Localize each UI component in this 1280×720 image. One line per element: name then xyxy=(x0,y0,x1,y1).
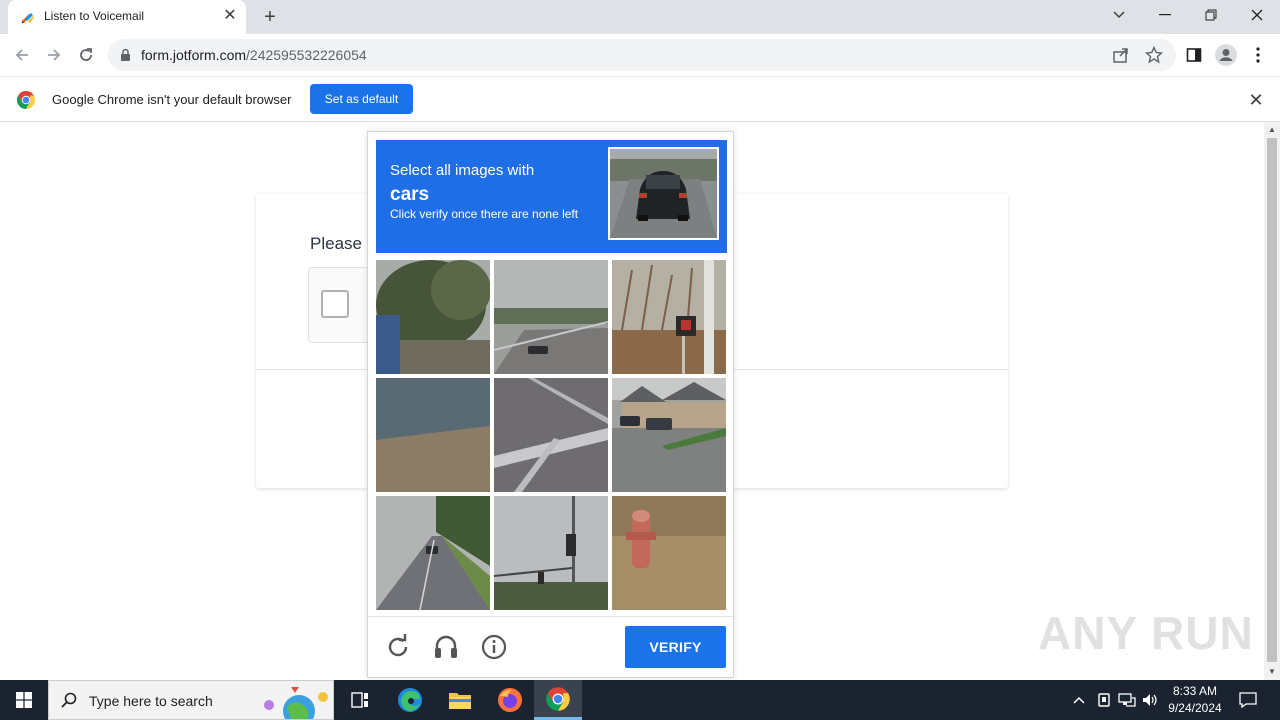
browser-toolbar: form.jotform.com/242595532226054 xyxy=(0,34,1280,76)
taskbar-search-box[interactable]: Type here to search xyxy=(48,680,334,720)
forward-icon[interactable] xyxy=(42,43,66,67)
infobar-close-icon[interactable]: ✕ xyxy=(1246,90,1266,110)
notifications-icon[interactable] xyxy=(1232,680,1264,720)
tab-voicemail[interactable]: Listen to Voicemail ✕ xyxy=(8,0,246,34)
tab-title: Listen to Voicemail xyxy=(44,9,145,23)
tile-1[interactable] xyxy=(376,260,490,374)
tile-9[interactable] xyxy=(612,496,726,610)
menu-kebab-icon[interactable] xyxy=(1246,43,1270,67)
close-window-icon[interactable] xyxy=(1234,0,1280,30)
info-icon[interactable] xyxy=(480,633,508,661)
clock-time: 8:33 AM xyxy=(1172,684,1218,698)
captcha-checkbox[interactable] xyxy=(321,290,349,318)
restore-icon[interactable] xyxy=(1188,0,1234,30)
volume-icon[interactable] xyxy=(1140,680,1162,720)
tile-8[interactable] xyxy=(494,496,608,610)
search-icon xyxy=(61,692,77,708)
tile-7[interactable] xyxy=(376,496,490,610)
refresh-icon[interactable] xyxy=(384,633,412,661)
side-panel-icon[interactable] xyxy=(1182,43,1206,67)
chrome-taskbar-icon[interactable] xyxy=(534,680,582,720)
footer-divider xyxy=(368,616,733,617)
tile-6[interactable] xyxy=(612,378,726,492)
verify-button[interactable]: VERIFY xyxy=(625,626,726,668)
url-text[interactable]: form.jotform.com/242595532226054 xyxy=(141,47,367,63)
prompt-instruction: Select all images with xyxy=(390,162,535,179)
sample-image-car xyxy=(608,147,719,240)
search-highlight-illustration-icon xyxy=(264,687,328,719)
clock-date: 9/24/2024 xyxy=(1168,701,1222,715)
page-scrollbar[interactable]: ▲ ▼ xyxy=(1264,122,1280,680)
firefox-icon[interactable] xyxy=(486,680,534,720)
address-bar[interactable]: form.jotform.com/242595532226054 xyxy=(108,39,1176,71)
form-prompt: Please v xyxy=(310,234,376,253)
captcha-challenge: Select all images with cars Click verify… xyxy=(367,131,734,678)
task-view-icon[interactable] xyxy=(336,680,384,720)
tab-close-icon[interactable]: ✕ xyxy=(220,6,240,26)
default-browser-infobar: Google Chrome isn't your default browser… xyxy=(0,76,1280,122)
windows-start-icon[interactable] xyxy=(0,680,48,720)
share-icon[interactable] xyxy=(1112,46,1130,69)
prompt-target-word: cars xyxy=(390,184,430,205)
tile-2[interactable] xyxy=(494,260,608,374)
tile-5[interactable] xyxy=(494,378,608,492)
tile-4[interactable] xyxy=(376,378,490,492)
taskbar-clock[interactable]: 8:33 AM 9/24/2024 xyxy=(1160,683,1230,717)
scroll-up-icon[interactable]: ▲ xyxy=(1264,122,1280,138)
device-tray-icon[interactable] xyxy=(1093,680,1115,720)
chrome-icon xyxy=(16,91,36,109)
set-as-default-button[interactable]: Set as default xyxy=(310,84,413,114)
windows-taskbar: Type here to search 8:33 AM 9/24/2024 xyxy=(0,680,1280,720)
network-icon[interactable] xyxy=(1116,680,1138,720)
jotform-icon xyxy=(22,13,34,23)
prompt-hint: Click verify once there are none left xyxy=(390,207,579,221)
challenge-prompt: Select all images with cars Click verify… xyxy=(376,140,727,253)
anyrun-watermark: ANY RUN xyxy=(1038,607,1254,659)
bookmark-star-icon[interactable] xyxy=(1144,45,1164,69)
tile-3[interactable] xyxy=(612,260,726,374)
lock-icon[interactable] xyxy=(120,48,131,62)
profile-avatar-icon[interactable] xyxy=(1214,43,1238,67)
scroll-thumb[interactable] xyxy=(1267,138,1277,662)
scroll-down-icon[interactable]: ▼ xyxy=(1264,664,1280,680)
edge-browser-icon[interactable] xyxy=(386,680,434,720)
search-placeholder: Type here to search xyxy=(89,693,213,709)
reload-icon[interactable] xyxy=(74,43,98,67)
tab-search-icon[interactable] xyxy=(1096,0,1142,30)
tab-strip: Listen to Voicemail ✕ + xyxy=(0,0,1280,34)
tray-chevron-icon[interactable] xyxy=(1068,680,1090,720)
image-grid xyxy=(376,260,726,610)
file-explorer-icon[interactable] xyxy=(436,680,484,720)
audio-headphones-icon[interactable] xyxy=(432,633,460,661)
back-icon[interactable] xyxy=(10,43,34,67)
infobar-message: Google Chrome isn't your default browser xyxy=(52,92,292,107)
new-tab-button[interactable]: + xyxy=(258,5,282,29)
minimize-icon[interactable] xyxy=(1142,0,1188,30)
